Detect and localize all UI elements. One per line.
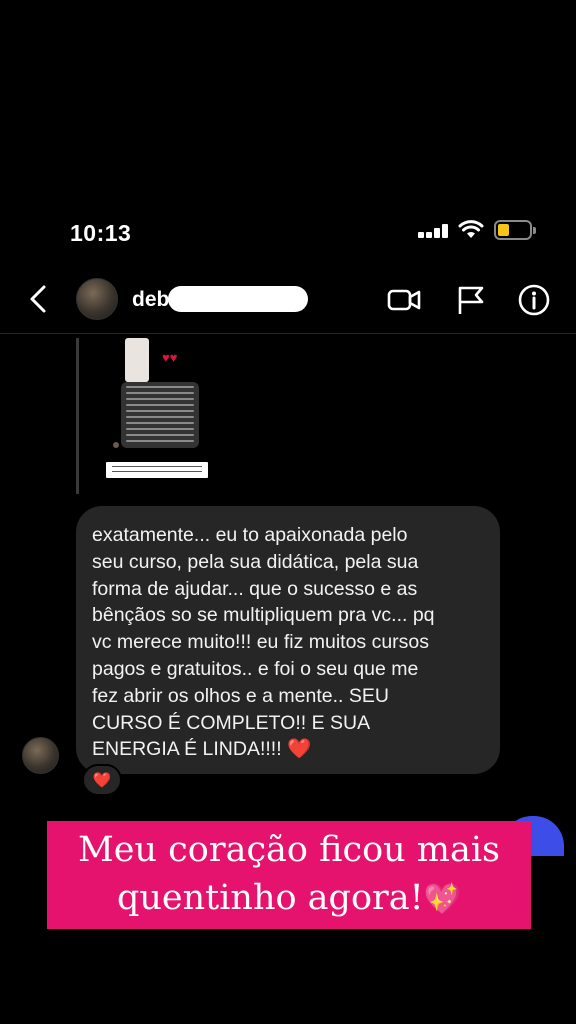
- message-line: seu curso, pela sua didática, pela sua: [92, 550, 419, 573]
- message-line: exatamente... eu to apaixonada pelo: [92, 524, 408, 546]
- status-time: 10:13: [70, 220, 132, 246]
- post-message-preview: [121, 382, 199, 448]
- shared-post-preview[interactable]: ♥♥: [76, 338, 226, 494]
- heart-emoji: ❤️: [287, 738, 312, 761]
- post-hearts-sticker: ♥♥: [162, 350, 178, 365]
- video-call-icon[interactable]: [386, 283, 421, 317]
- chat-header: deb: [0, 270, 576, 334]
- post-thumbnail: [125, 338, 149, 382]
- post-avatar-dot: [113, 442, 119, 448]
- banner-line-1: Meu coração ficou mais: [77, 830, 501, 870]
- message-line: forma de ajudar... que o sucesso e as: [92, 577, 418, 600]
- message-line: fez abrir os olhos e a mente.. SEU: [92, 684, 389, 707]
- chat-username[interactable]: deb: [132, 288, 169, 312]
- message-line-last: ENERGIA É LINDA!!!! ❤️: [92, 736, 484, 763]
- header-avatar[interactable]: [76, 278, 118, 320]
- message-line: pagos e gratuitos.. e foi o seu que me: [92, 657, 419, 680]
- heart-reaction[interactable]: ❤️: [82, 764, 122, 796]
- sparkling-heart-emoji: 💖: [423, 882, 462, 917]
- wifi-icon: [458, 220, 484, 240]
- battery-icon: [494, 220, 536, 240]
- message-line-text: ENERGIA É LINDA!!!!: [92, 738, 288, 761]
- sender-avatar[interactable]: [22, 737, 59, 774]
- message-line: vc merece muito!!! eu fiz muitos cursos: [92, 631, 430, 654]
- status-icons: [418, 220, 536, 240]
- back-icon[interactable]: [22, 282, 56, 316]
- status-bar: 10:13: [0, 214, 576, 254]
- message-line: bênçãos so se multipliquem pra vc... pq: [92, 604, 435, 627]
- flag-icon[interactable]: [454, 283, 488, 317]
- caption-banner: Meu coração ficou mais quentinho agora!💖: [47, 821, 531, 929]
- received-message-bubble[interactable]: exatamente... eu to apaixonada pelo seu …: [76, 506, 500, 774]
- cellular-signal-icon: [418, 220, 448, 240]
- message-line: CURSO É COMPLETO!! E SUA: [92, 711, 371, 734]
- banner-line-2: quentinho agora!: [116, 878, 424, 918]
- banner-line-2-wrap: quentinho agora!💖: [117, 874, 461, 924]
- info-icon[interactable]: [517, 283, 551, 317]
- redaction-scribble: [168, 286, 308, 312]
- post-caption: [106, 462, 208, 478]
